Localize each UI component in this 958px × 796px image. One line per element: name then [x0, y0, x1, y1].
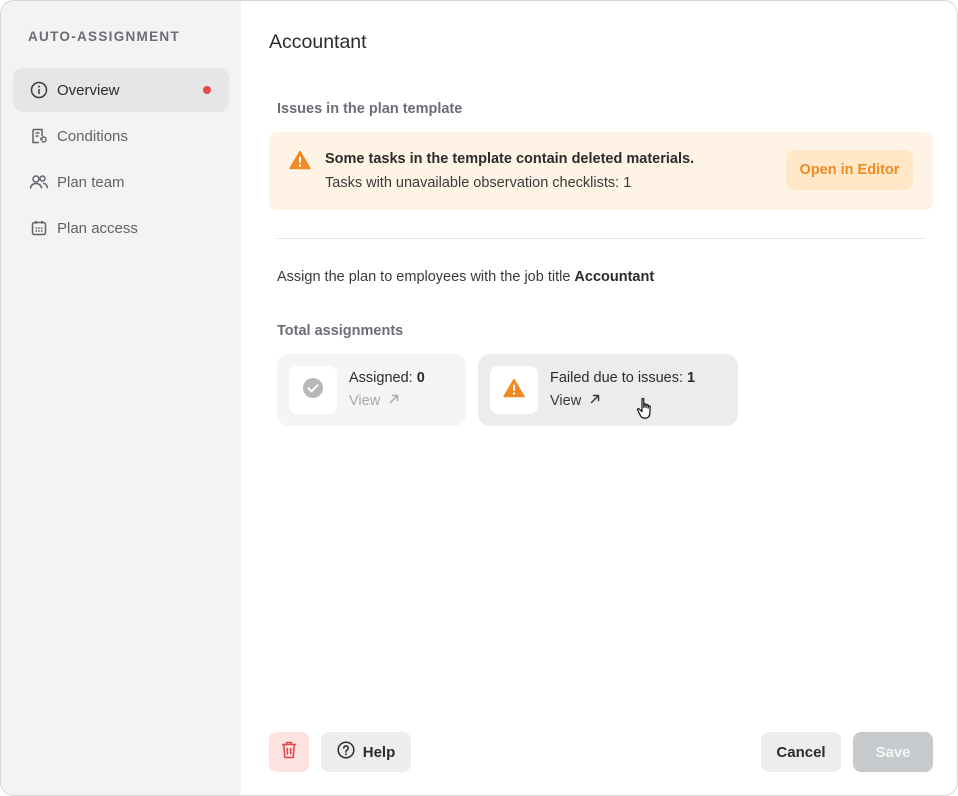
assigned-label-text: Assigned:	[349, 370, 417, 386]
failed-view-link[interactable]: View	[550, 393, 601, 409]
assigned-count: 0	[416, 370, 425, 386]
view-link-label: View	[349, 393, 381, 409]
divider	[277, 238, 925, 239]
trash-icon	[280, 740, 298, 764]
auto-assignment-dialog: AUTO-ASSIGNMENT Overview Conditions Plan…	[0, 0, 958, 796]
check-icon-box	[289, 366, 337, 414]
total-assignments-label: Total assignments	[277, 323, 404, 339]
people-icon	[29, 172, 49, 192]
sidebar-item-plan-access[interactable]: Plan access	[13, 206, 229, 250]
sidebar-item-conditions[interactable]: Conditions	[13, 114, 229, 158]
sidebar-item-label: Plan team	[57, 173, 125, 191]
open-in-editor-button[interactable]: Open in Editor	[786, 150, 913, 190]
check-circle-icon	[302, 377, 324, 404]
sidebar-item-overview[interactable]: Overview	[13, 68, 229, 112]
help-circle-icon	[337, 741, 355, 763]
conditions-icon	[29, 126, 49, 146]
sidebar-item-label: Overview	[57, 81, 120, 99]
failed-count: 1	[687, 370, 696, 386]
help-button[interactable]: Help	[321, 732, 411, 772]
issues-section-label: Issues in the plan template	[277, 101, 463, 117]
assigned-label: Assigned: 0	[349, 370, 425, 386]
assign-job-title: Accountant	[574, 269, 655, 285]
failed-label-text: Failed due to issues:	[550, 370, 688, 386]
assign-description: Assign the plan to employees with the jo…	[277, 269, 654, 285]
calendar-icon	[29, 218, 49, 238]
page-title: Accountant	[269, 31, 367, 53]
alert-title: Some tasks in the template contain delet…	[325, 151, 695, 167]
save-button[interactable]: Save	[853, 732, 933, 772]
warning-icon-box	[490, 366, 538, 414]
assign-prefix: Assign the plan to employees with the jo…	[277, 269, 575, 285]
assigned-card: Assigned: 0 View	[277, 354, 466, 426]
arrow-up-right-icon	[589, 393, 601, 409]
issues-alert: Some tasks in the template contain delet…	[269, 132, 933, 210]
alert-subtitle: Tasks with unavailable observation check…	[325, 175, 632, 191]
sidebar: AUTO-ASSIGNMENT Overview Conditions Plan…	[1, 1, 241, 795]
view-link-label: View	[550, 393, 582, 409]
main-panel: Accountant Issues in the plan template S…	[241, 1, 957, 795]
sidebar-heading: AUTO-ASSIGNMENT	[28, 29, 181, 44]
arrow-up-right-icon	[388, 393, 400, 409]
sidebar-item-plan-team[interactable]: Plan team	[13, 160, 229, 204]
failed-label: Failed due to issues: 1	[550, 370, 695, 386]
info-icon	[29, 80, 49, 100]
failed-card: Failed due to issues: 1 View	[478, 354, 738, 426]
assigned-view-link[interactable]: View	[349, 393, 400, 409]
sidebar-item-label: Conditions	[57, 127, 128, 145]
help-label: Help	[362, 743, 396, 761]
alert-dot	[203, 86, 211, 94]
sidebar-item-label: Plan access	[57, 219, 138, 237]
warning-icon	[289, 150, 311, 175]
cancel-button[interactable]: Cancel	[761, 732, 841, 772]
warning-icon	[503, 378, 525, 403]
hand-pointer-icon	[636, 397, 656, 428]
delete-button[interactable]	[269, 732, 309, 772]
